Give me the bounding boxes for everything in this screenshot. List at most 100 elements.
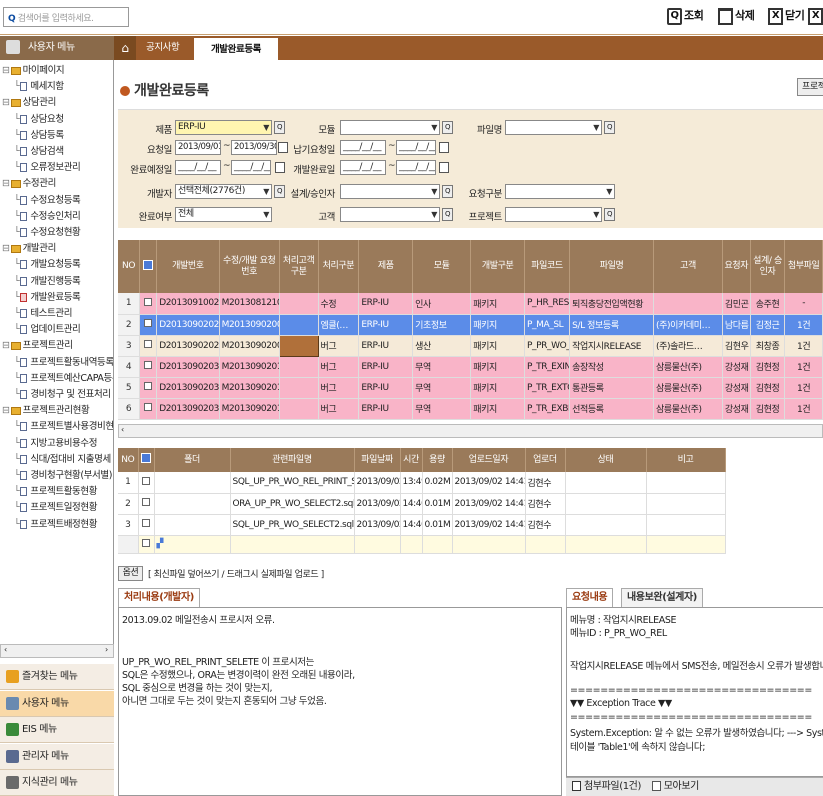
row-checkbox-cell[interactable] bbox=[138, 535, 155, 554]
grid-header-cell[interactable]: 요청자 bbox=[722, 240, 751, 293]
done-select[interactable]: 전체 ▼ bbox=[175, 207, 272, 222]
grid-header-cell[interactable]: 관련파일명 bbox=[230, 448, 355, 472]
tree-horizontal-scrollbar[interactable]: ‹ › bbox=[0, 644, 114, 658]
grid-header-cell[interactable]: NO bbox=[118, 240, 140, 293]
scroll-right-icon[interactable]: › bbox=[105, 645, 108, 654]
viewall-link[interactable]: 모아보기 bbox=[664, 781, 700, 792]
tree-item[interactable]: └ 개발진행등록 bbox=[14, 274, 81, 289]
nav-chart[interactable]: EIS 메뉴 bbox=[0, 717, 114, 743]
tree-item[interactable]: └ 프로젝트예산CAPA등록 bbox=[14, 371, 113, 386]
tree-item[interactable]: └ 프로젝트일정현황 bbox=[14, 500, 97, 515]
table-row[interactable]: 1 D20130910025M20130812106 수정ERP-IU인사패키지P_… bbox=[118, 293, 823, 315]
row-checkbox-cell[interactable] bbox=[139, 335, 158, 357]
grid-header-cell[interactable]: 용량 bbox=[422, 448, 453, 472]
grid-header-cell[interactable]: 개발구분 bbox=[470, 240, 525, 293]
tree-item[interactable]: └ 업데이트관리 bbox=[14, 322, 81, 337]
grid-header-cell[interactable] bbox=[139, 240, 158, 293]
grid-header-cell[interactable]: 개발번호 bbox=[156, 240, 220, 293]
row-checkbox[interactable] bbox=[144, 340, 153, 348]
tab-design-supplement[interactable]: 내용보완(설계자) bbox=[621, 588, 703, 607]
file-select[interactable]: ▼ bbox=[505, 120, 602, 135]
grid-header-cell[interactable]: 파일날짜 bbox=[354, 448, 401, 472]
row-checkbox-cell[interactable] bbox=[139, 293, 158, 315]
grid-header-cell[interactable]: 설계/ 승인자 bbox=[750, 240, 786, 293]
row-checkbox[interactable] bbox=[144, 361, 153, 369]
grid-header-cell[interactable]: 처리고객 구분 bbox=[279, 240, 319, 293]
grid-header-cell[interactable]: 고객 bbox=[653, 240, 723, 293]
tab-notice[interactable]: 공지사항 bbox=[138, 36, 187, 60]
new-row[interactable]: ▞ bbox=[118, 535, 726, 554]
table-row[interactable]: 4 D20130902032M20130902013 버그ERP-IU무역패키지P_… bbox=[118, 356, 823, 378]
tree-item[interactable]: └ 수정요청등록 bbox=[14, 193, 81, 208]
customer-select[interactable]: ▼ bbox=[340, 207, 440, 222]
grid-header-cell[interactable]: 모듈 bbox=[412, 240, 472, 293]
tree-item[interactable]: └ 개발완료등록 bbox=[14, 290, 81, 305]
calendar-icon[interactable] bbox=[439, 142, 449, 153]
tree-item[interactable]: └ 식대/접대비 지출명세 bbox=[14, 452, 111, 467]
req-type-select[interactable]: ▼ bbox=[505, 184, 615, 199]
tree-item[interactable]: ⊟ 마이페이지 bbox=[2, 63, 65, 78]
attachment-link[interactable]: 첨부파일(1건) bbox=[584, 781, 641, 792]
row-checkbox-cell[interactable] bbox=[139, 356, 158, 378]
grid-header-cell[interactable]: 제품 bbox=[358, 240, 414, 293]
grid-header-cell[interactable]: 업로드일자 bbox=[452, 448, 526, 472]
tree-item[interactable]: └ 수정승인처리 bbox=[14, 209, 81, 224]
process-content-panel[interactable]: 2013.09.02 메일전송시 프로시저 오류. UP_PR_WO_REL_PR… bbox=[118, 607, 562, 796]
row-checkbox-cell[interactable] bbox=[138, 514, 155, 536]
tree-item[interactable]: ⊟ 프로젝트관리 bbox=[2, 338, 73, 353]
module-select[interactable]: ▼ bbox=[340, 120, 440, 135]
file-search-icon[interactable]: Q bbox=[604, 121, 615, 134]
program-button[interactable]: 프로젝 bbox=[797, 78, 823, 96]
row-checkbox[interactable] bbox=[142, 498, 150, 506]
row-checkbox[interactable] bbox=[144, 382, 153, 390]
row-checkbox-cell[interactable] bbox=[139, 314, 158, 336]
designer-select[interactable]: ▼ bbox=[340, 184, 440, 199]
dev-done-to-input[interactable]: ____/__/__ bbox=[396, 160, 436, 175]
tree-item[interactable]: └ 프로젝트활동내역등록 bbox=[14, 355, 113, 370]
viewall-icon[interactable] bbox=[651, 781, 661, 791]
table-row[interactable]: 3 D20130902025M20130902008 버그ERP-IU생산패키지P_… bbox=[118, 334, 823, 357]
developer-select[interactable]: 선택전체(2776건) ▼ bbox=[175, 184, 272, 199]
project-select[interactable]: ▼ bbox=[505, 207, 602, 222]
tree-item[interactable]: └ 상담등록 bbox=[14, 128, 64, 143]
tree-item[interactable]: └ 프로젝트별사용경비현황 bbox=[14, 419, 113, 434]
nav-user[interactable]: 사용자 메뉴 bbox=[0, 690, 114, 717]
table-row[interactable]: 6 D20130902034M20130902015 버그ERP-IU무역패키지P_… bbox=[118, 398, 823, 420]
row-checkbox[interactable] bbox=[142, 519, 150, 527]
query-button[interactable]: Q 조회 bbox=[667, 6, 704, 28]
due-date-from-input[interactable]: ____/__/__ bbox=[340, 140, 386, 155]
home-icon[interactable]: ⌂ bbox=[114, 36, 136, 60]
grid-header-cell[interactable]: 업로더 bbox=[525, 448, 566, 472]
grid-header-cell[interactable]: NO bbox=[118, 448, 139, 472]
close-button[interactable]: X 닫기 bbox=[768, 6, 805, 28]
grid-horizontal-scrollbar[interactable]: ‹ bbox=[118, 424, 823, 438]
grid-header-cell[interactable]: 비고 bbox=[646, 448, 726, 472]
dev-done-from-input[interactable]: ____/__/__ bbox=[340, 160, 386, 175]
product-select[interactable]: ERP-IU ▼ bbox=[175, 120, 272, 135]
tab-dev-complete[interactable]: 개발완료등록 bbox=[194, 36, 278, 60]
tree-item[interactable]: └ 개발요청등록 bbox=[14, 257, 81, 272]
tab-request-content[interactable]: 요청내용 bbox=[566, 588, 614, 607]
tree-item[interactable]: └ 오류정보관리 bbox=[14, 160, 81, 175]
tree-item[interactable]: └ 경비청구 및 전표처리 bbox=[14, 387, 111, 402]
row-checkbox[interactable] bbox=[144, 297, 153, 306]
sched-from-input[interactable]: ____/__/__ bbox=[175, 160, 221, 175]
tree-item[interactable]: ⊟ 상담관리 bbox=[2, 95, 56, 110]
row-checkbox-cell[interactable] bbox=[139, 398, 158, 420]
row-checkbox[interactable] bbox=[144, 319, 153, 327]
grid-header-cell[interactable]: 폴더 bbox=[154, 448, 231, 472]
grid-header-cell[interactable]: 처리구분 bbox=[318, 240, 360, 293]
exit-button[interactable]: X bbox=[808, 6, 823, 28]
row-checkbox-cell[interactable] bbox=[139, 377, 158, 399]
tree-item[interactable]: └ 테스트관리 bbox=[14, 306, 72, 321]
search-input[interactable]: Q 검색어를 입력하세요. bbox=[3, 7, 129, 27]
grid-header-cell[interactable]: 첨부파일 bbox=[784, 240, 823, 293]
tree-item[interactable]: └ 프로젝트활동현황 bbox=[14, 484, 97, 499]
nav-admin[interactable]: 관리자 메뉴 bbox=[0, 743, 114, 770]
scroll-left-icon[interactable]: ‹ bbox=[121, 425, 124, 434]
req-date-from-input[interactable]: 2013/09/01 bbox=[175, 140, 221, 155]
grid-header-cell[interactable] bbox=[138, 448, 155, 472]
grid-header-cell[interactable]: 파일코드 bbox=[524, 240, 571, 293]
row-checkbox[interactable] bbox=[142, 476, 150, 485]
table-row[interactable]: 5 D20130902033M20130902014 버그ERP-IU무역패키지P_… bbox=[118, 377, 823, 399]
